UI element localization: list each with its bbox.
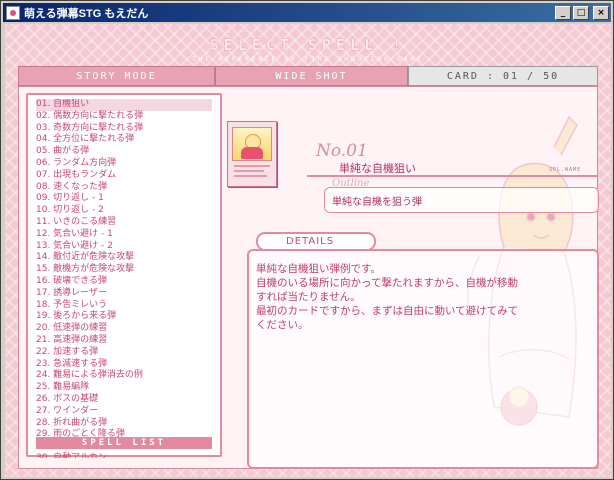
list-item[interactable]: 06. ランダム方向弾	[36, 158, 212, 170]
card-text-line	[234, 175, 267, 177]
spell-card-image	[227, 121, 277, 187]
title-bar[interactable]: 萌える弾幕STG もえだん _ □ ×	[3, 3, 611, 22]
list-item[interactable]: 14. 敵付近が危険な攻撃	[36, 252, 212, 264]
list-item[interactable]: 21. 高速弾の練習	[36, 335, 212, 347]
list-item[interactable]: 15. 敵機方が危険な攻撃	[36, 264, 212, 276]
outline-label: Outline	[332, 178, 370, 189]
card-counter: CARD : 01 / 50	[408, 66, 598, 86]
spell-list[interactable]: 01. 自機狙い 02. 偶数方向に撃たれる弾 03. 奇数方向に撃たれる弾 04. …	[36, 99, 212, 439]
screen-subtitle: THE REFERENCE OF FIRE SHOOTING GAME	[192, 56, 424, 63]
list-item[interactable]: 24. 難易による弾消去の例	[36, 370, 212, 382]
spell-panel: 01. 自機狙い 02. 偶数方向に撃たれる弾 03. 奇数方向に撃たれる弾 04. …	[18, 86, 599, 469]
list-item[interactable]: 26. ボスの基礎	[36, 394, 212, 406]
list-item[interactable]: 12. 気合い避け - 1	[36, 229, 212, 241]
close-button[interactable]: ×	[593, 5, 609, 20]
list-item[interactable]: 27. ワインダー	[36, 406, 212, 418]
game-screen: SELECT SPELL ! THE REFERENCE OF FIRE SHO…	[5, 24, 611, 477]
spell-list-panel: 01. 自機狙い 02. 偶数方向に撃たれる弾 03. 奇数方向に撃たれる弾 04. …	[26, 93, 222, 458]
list-item[interactable]: 19. 後ろから来る弾	[36, 311, 212, 323]
list-item[interactable]: 18. 予告ミレいう	[36, 300, 212, 312]
minimize-button[interactable]: _	[555, 5, 571, 20]
spell-name: 単純な自機狙い	[339, 162, 416, 175]
card-text-line	[234, 170, 264, 172]
list-item[interactable]: 07. 出現もランダム	[36, 170, 212, 182]
card-portrait	[232, 127, 272, 161]
screen-title: SELECT SPELL !	[209, 36, 407, 54]
details-label: DETAILS	[256, 232, 376, 251]
spell-name-tag: SPL.NAME	[549, 167, 582, 173]
list-item[interactable]: 05. 曲がる弾	[36, 146, 212, 158]
spell-number: No.01	[316, 141, 368, 161]
maximize-button[interactable]: □	[573, 5, 589, 20]
spell-list-label: SPELL LIST	[36, 437, 212, 449]
list-item[interactable]: 20. 低速弾の練習	[36, 323, 212, 335]
details-text: 単純な自機狙い弾例です。 自機のいる場所に向かって撃たれますから、自機が移動 す…	[256, 263, 519, 331]
list-item[interactable]: 01. 自機狙い	[36, 99, 212, 111]
list-item[interactable]: 13. 気合い避け - 2	[36, 241, 212, 253]
app-icon	[6, 5, 20, 20]
list-item[interactable]: 28. 折れ曲がる弾	[36, 418, 212, 430]
list-item[interactable]: 08. 速くなった弾	[36, 182, 212, 194]
list-item[interactable]: 03. 奇数方向に撃たれる弾	[36, 123, 212, 135]
list-item[interactable]: 04. 全方位に撃たれる弾	[36, 134, 212, 146]
list-item[interactable]: 23. 急減速する弾	[36, 359, 212, 371]
name-divider	[307, 175, 597, 177]
list-item[interactable]: 25. 難易編隊	[36, 382, 212, 394]
outline-text: 単純な自機を狙う弾	[332, 197, 422, 208]
mode-tabs: STORY MODE WIDE SHOT CARD : 01 / 50	[18, 66, 598, 86]
list-item[interactable]: 10. 切り返し - 2	[36, 205, 212, 217]
list-item-peek: 30. 自動アルカン	[36, 453, 107, 458]
list-item[interactable]: 09. 切り返し - 1	[36, 193, 212, 205]
list-item[interactable]: 02. 偶数方向に撃たれる弾	[36, 111, 212, 123]
tab-story-mode[interactable]: STORY MODE	[18, 66, 215, 86]
card-text-line	[234, 165, 270, 167]
list-item[interactable]: 22. 加速する弾	[36, 347, 212, 359]
tab-wide-shot[interactable]: WIDE SHOT	[215, 66, 408, 86]
list-item[interactable]: 11. いきのこる練習	[36, 217, 212, 229]
list-item[interactable]: 17. 誘導レーザー	[36, 288, 212, 300]
app-window: 萌える弾幕STG もえだん _ □ × SELECT SPELL ! THE R…	[0, 0, 614, 480]
list-item[interactable]: 16. 破壊できる弾	[36, 276, 212, 288]
window-title: 萌える弾幕STG もえだん	[24, 7, 149, 20]
